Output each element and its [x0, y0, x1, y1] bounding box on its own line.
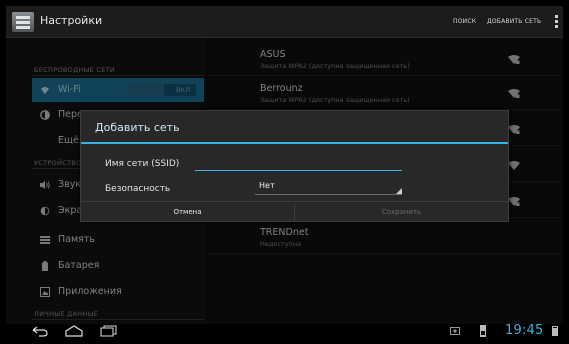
back-icon[interactable]	[32, 325, 48, 337]
security-label: Безопасность	[105, 184, 171, 194]
tablet-screen: Настройки ПОИСК ДОБАВИТЬ СЕТЬ БЕСПРОВОДН…	[6, 6, 563, 338]
security-select[interactable]: Нет	[255, 181, 402, 195]
system-bar: 19:45	[6, 323, 563, 338]
settings-app-icon[interactable]	[12, 12, 34, 32]
dialog-button-bar: Отмена Сохранить	[81, 201, 508, 222]
dialog-title-divider	[81, 142, 508, 144]
add-network-button[interactable]: ДОБАВИТЬ СЕТЬ	[487, 18, 541, 25]
battery-status-icon	[552, 326, 558, 336]
recent-apps-icon[interactable]	[100, 325, 118, 337]
save-button[interactable]: Сохранить	[295, 202, 508, 223]
ssid-label: Имя сети (SSID)	[105, 159, 180, 169]
dropdown-arrow-icon	[396, 188, 402, 194]
action-bar: Настройки ПОИСК ДОБАВИТЬ СЕТЬ	[6, 6, 563, 38]
home-icon[interactable]	[64, 325, 84, 337]
security-selected-value: Нет	[259, 181, 275, 190]
dialog-title: Добавить сеть	[95, 121, 180, 134]
add-network-dialog: Добавить сеть Имя сети (SSID) Безопаснос…	[80, 110, 509, 222]
search-button[interactable]: ПОИСК	[453, 18, 476, 25]
screenshot-icon	[450, 327, 460, 335]
overflow-menu-icon[interactable]	[555, 15, 558, 29]
ssid-input[interactable]	[195, 159, 402, 171]
app-title: Настройки	[40, 14, 103, 27]
sd-card-icon	[480, 325, 486, 337]
cancel-button[interactable]: Отмена	[81, 202, 294, 223]
status-clock: 19:45	[505, 323, 544, 338]
